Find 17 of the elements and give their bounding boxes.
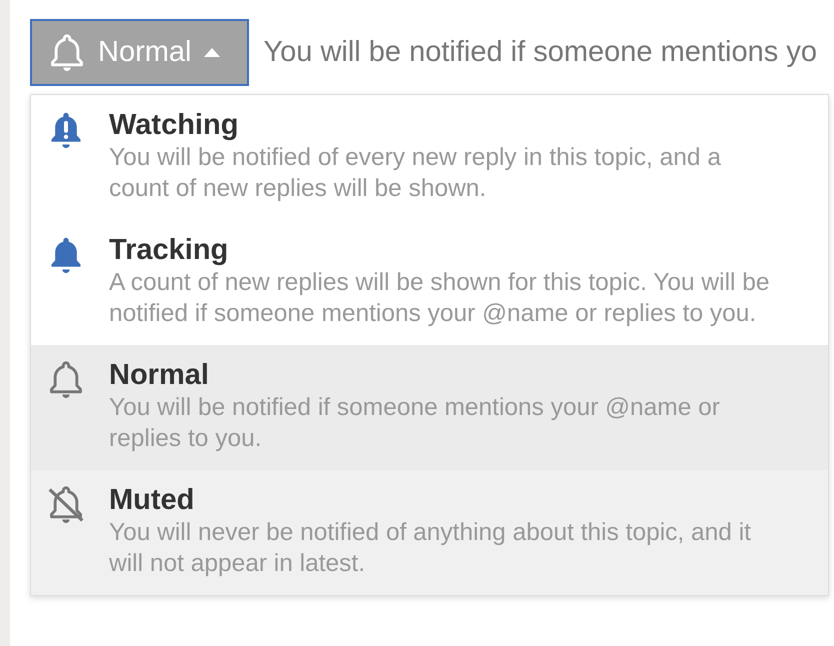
option-title: Muted: [109, 484, 196, 516]
bell-icon: [47, 361, 85, 399]
notification-option[interactable]: Normal You will be notified if someone mentions your @name or replies to you.: [31, 345, 828, 470]
notification-option[interactable]: Muted You will never be notified of anything about this topic, and it will not appear in latest.: [31, 470, 828, 595]
notification-description: You will be notified if someone mentions yo: [263, 36, 817, 69]
bell-slash-icon: [47, 486, 85, 524]
option-description: You will be notified if someone mentions your @name or replies to you.: [109, 393, 721, 454]
caret-up-icon: [203, 47, 222, 58]
option-description: You will be notified of every new reply in this topic, and a count of new replies will be shown.: [109, 143, 722, 204]
notification-option[interactable]: Watching You will be notified of every new reply in this topic, and a count of new replies will be shown.: [31, 95, 828, 220]
option-title: Tracking: [109, 234, 230, 266]
notification-option[interactable]: Tracking A count of new replies will be shown for this topic. You will be notified if someone mentions your @name or replies to you.: [31, 220, 828, 345]
option-description: A count of new replies will be shown for this topic. You will be notified if someone mentions your @name or replies to you.: [109, 268, 771, 329]
option-description: You will never be notified of anything about this topic, and it will not appear in latest.: [109, 518, 752, 579]
bell-icon: [48, 34, 86, 72]
option-title: Normal: [109, 359, 210, 391]
option-title: Watching: [109, 109, 240, 141]
